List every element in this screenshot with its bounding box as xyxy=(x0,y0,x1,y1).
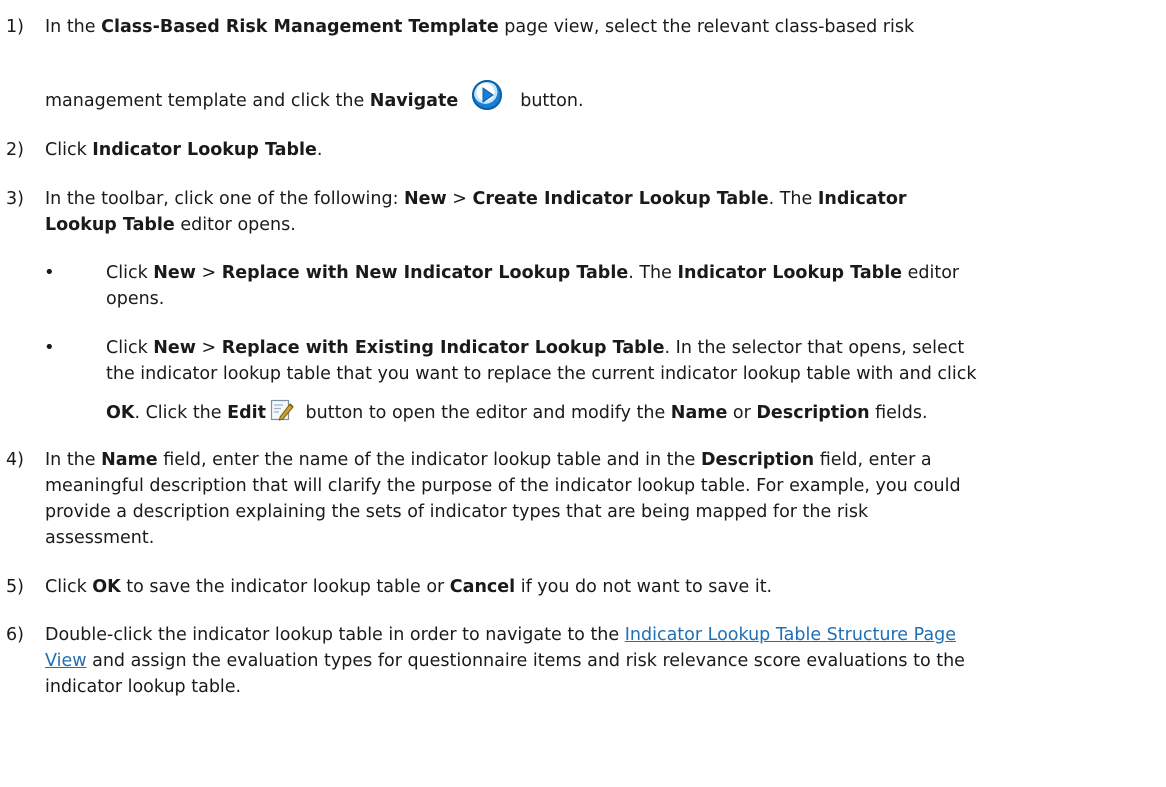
structure-page-view-link-continued[interactable]: View xyxy=(45,651,87,671)
navigate-arrow-icon xyxy=(472,80,503,110)
bullet-text: the indicator lookup table that you want… xyxy=(106,364,977,384)
bullet-text: OK. Click the Edit button to open the ed… xyxy=(106,398,928,426)
step-text: In the Class-Based Risk Management Templ… xyxy=(45,17,915,37)
bullet-text: Click New > Replace with Existing Indica… xyxy=(106,338,965,358)
bullet-text: Click New > Replace with New Indicator L… xyxy=(106,263,960,283)
step-number: 2) xyxy=(6,140,24,160)
step-text: provide a description explaining the set… xyxy=(45,502,869,522)
step-text: Click Indicator Lookup Table. xyxy=(45,140,323,160)
step-text: management template and click the Naviga… xyxy=(45,80,584,114)
step-text: indicator lookup table. xyxy=(45,677,242,697)
step-text: In the toolbar, click one of the followi… xyxy=(45,189,907,209)
step-number: 5) xyxy=(6,577,24,597)
bullet-text: opens. xyxy=(106,289,165,309)
step-number: 4) xyxy=(6,450,24,470)
bullet-marker: • xyxy=(44,337,55,358)
step-text: meaningful description that will clarify… xyxy=(45,476,961,496)
step-text: In the Name field, enter the name of the… xyxy=(45,450,932,470)
edit-pencil-icon xyxy=(270,398,294,422)
step-number: 3) xyxy=(6,189,24,209)
step-text: assessment. xyxy=(45,528,155,548)
step-text: Lookup Table editor opens. xyxy=(45,215,296,235)
step-number: 6) xyxy=(6,625,24,645)
step-text: Double-click the indicator lookup table … xyxy=(45,625,956,645)
step-text: Click OK to save the indicator lookup ta… xyxy=(45,577,773,597)
step-text: View and assign the evaluation types for… xyxy=(45,651,965,671)
step-number: 1) xyxy=(6,17,24,37)
bullet-marker: • xyxy=(44,262,55,283)
structure-page-view-link[interactable]: Indicator Lookup Table Structure Page xyxy=(625,625,956,645)
